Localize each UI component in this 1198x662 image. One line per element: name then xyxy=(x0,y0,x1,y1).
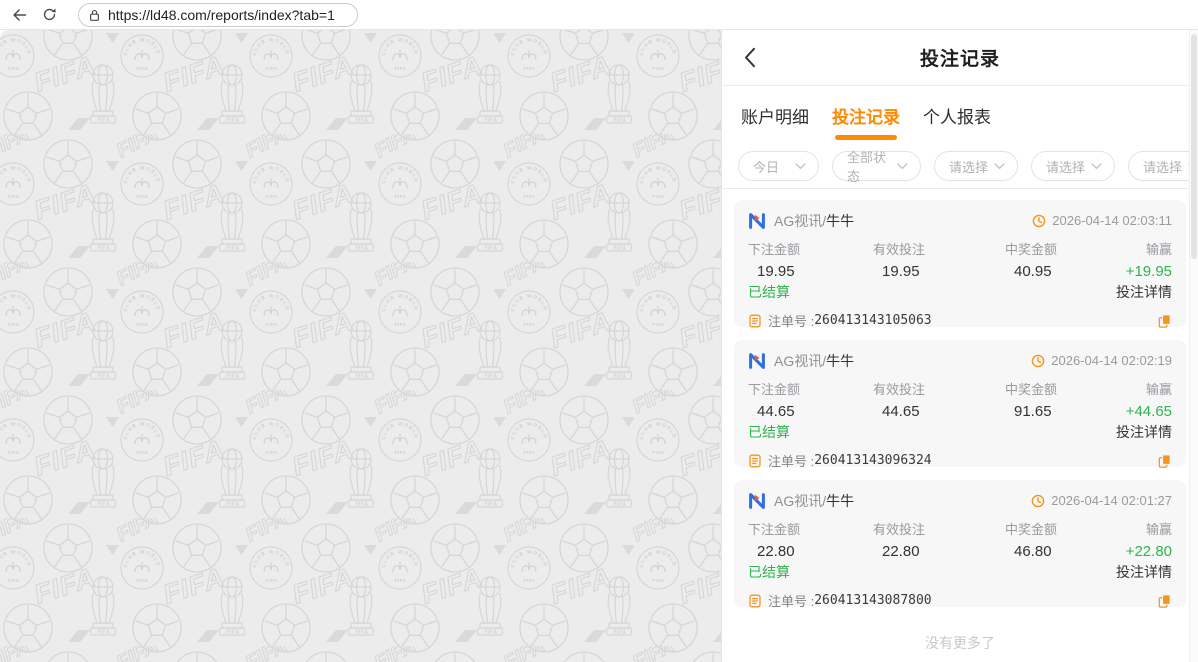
panel-header: 投注记录 xyxy=(722,30,1198,86)
col-label-valid: 有效投注 xyxy=(873,239,1005,258)
copy-order-button[interactable] xyxy=(1157,593,1172,609)
order-note-icon xyxy=(748,314,762,328)
bet-amount: 22.80 xyxy=(748,543,873,560)
copy-icon xyxy=(1157,453,1172,469)
copy-icon xyxy=(1157,313,1172,329)
valid-amount: 19.95 xyxy=(873,263,1005,280)
profit-amount: +19.95 xyxy=(1080,263,1172,280)
col-label-profit: 输赢 xyxy=(1080,239,1172,258)
provider-name: AG视讯 xyxy=(774,491,822,511)
provider-name: AG视讯 xyxy=(774,211,822,231)
clock-icon xyxy=(1031,354,1045,368)
game-name: 牛牛 xyxy=(826,211,854,231)
bet-record-card: AG视讯/牛牛 2026-04-14 02:01:27 下注金额 有效投注 中奖… xyxy=(734,480,1186,607)
browser-back-button[interactable] xyxy=(4,1,34,29)
bet-timestamp: 2026-04-14 02:01:27 xyxy=(1051,493,1172,508)
col-label-win: 中奖金额 xyxy=(1005,239,1080,258)
ag-provider-logo-icon xyxy=(748,212,766,230)
bet-record-card: AG视讯/牛牛 2026-04-14 02:03:11 下注金额 有效投注 中奖… xyxy=(734,200,1186,327)
col-label-valid: 有效投注 xyxy=(873,519,1005,538)
fifa-watermark-pattern: CLUB WORLD CUP 23 FIFA FIFA FIFA FIFA xyxy=(0,30,721,662)
chevron-down-icon xyxy=(897,163,908,170)
copy-icon xyxy=(1157,593,1172,609)
no-more-data-text: 没有更多了 xyxy=(722,633,1198,653)
order-number: 260413143105063 xyxy=(814,313,931,328)
order-note-icon xyxy=(748,454,762,468)
record-list: AG视讯/牛牛 2026-04-14 02:03:11 下注金额 有效投注 中奖… xyxy=(722,189,1198,607)
bet-record-card: AG视讯/牛牛 2026-04-14 02:02:19 下注金额 有效投注 中奖… xyxy=(734,340,1186,467)
ag-provider-logo-icon xyxy=(748,492,766,510)
col-label-profit: 输赢 xyxy=(1080,379,1172,398)
tab-bar: 账户明细 投注记录 个人报表 xyxy=(722,86,1198,144)
browser-reload-button[interactable] xyxy=(34,1,64,29)
scrollbar-track[interactable] xyxy=(1189,30,1198,662)
status-badge: 已结算 xyxy=(748,562,790,582)
status-badge: 已结算 xyxy=(748,282,790,302)
back-button[interactable] xyxy=(744,47,756,68)
chevron-down-icon xyxy=(1091,163,1102,170)
chevron-left-icon xyxy=(744,47,756,68)
copy-order-button[interactable] xyxy=(1157,453,1172,469)
clock-icon xyxy=(1031,494,1045,508)
col-label-bet: 下注金额 xyxy=(748,379,873,398)
page-title: 投注记录 xyxy=(920,44,1000,71)
tab-personal-report[interactable]: 个人报表 xyxy=(921,86,993,144)
chevron-down-icon xyxy=(795,163,806,170)
lock-icon xyxy=(88,8,101,23)
col-label-bet: 下注金额 xyxy=(748,239,873,258)
chevron-down-icon xyxy=(994,163,1005,170)
provider-name: AG视讯 xyxy=(774,351,822,371)
status-badge: 已结算 xyxy=(748,422,790,442)
bet-detail-link[interactable]: 投注详情 xyxy=(1116,282,1172,302)
col-label-valid: 有效投注 xyxy=(873,379,1005,398)
bet-amount: 44.65 xyxy=(748,403,873,420)
bet-amount: 19.95 xyxy=(748,263,873,280)
order-number-label: 注单号 : xyxy=(768,591,814,610)
browser-toolbar: https://ld48.com/reports/index?tab=1 xyxy=(0,0,1198,30)
copy-order-button[interactable] xyxy=(1157,313,1172,329)
order-number: 260413143087800 xyxy=(814,593,931,608)
order-number-label: 注单号 : xyxy=(768,451,814,470)
order-number-label: 注单号 : xyxy=(768,311,814,330)
game-name: 牛牛 xyxy=(826,351,854,371)
bet-timestamp: 2026-04-14 02:02:19 xyxy=(1051,353,1172,368)
win-amount: 40.95 xyxy=(1005,263,1080,280)
order-note-icon xyxy=(748,594,762,608)
address-bar[interactable]: https://ld48.com/reports/index?tab=1 xyxy=(78,3,358,27)
tab-account-detail[interactable]: 账户明细 xyxy=(739,86,811,144)
bet-timestamp: 2026-04-14 02:03:11 xyxy=(1052,213,1172,228)
filter-status-dropdown[interactable]: 全部状态 xyxy=(832,151,921,181)
win-amount: 46.80 xyxy=(1005,543,1080,560)
filter-select-dropdown-3[interactable]: 请选择 xyxy=(1128,151,1198,181)
col-label-profit: 输赢 xyxy=(1080,519,1172,538)
bet-detail-link[interactable]: 投注详情 xyxy=(1116,422,1172,442)
clock-icon xyxy=(1032,214,1046,228)
win-amount: 91.65 xyxy=(1005,403,1080,420)
col-label-win: 中奖金额 xyxy=(1005,379,1080,398)
valid-amount: 22.80 xyxy=(873,543,1005,560)
back-arrow-icon xyxy=(11,7,28,23)
col-label-win: 中奖金额 xyxy=(1005,519,1080,538)
filter-bar: 今日 全部状态 请选择 请选择 请选择 xyxy=(722,144,1198,189)
filter-date-dropdown[interactable]: 今日 xyxy=(738,151,819,181)
bet-detail-link[interactable]: 投注详情 xyxy=(1116,562,1172,582)
filter-select-dropdown-2[interactable]: 请选择 xyxy=(1031,151,1115,181)
ag-provider-logo-icon xyxy=(748,352,766,370)
profit-amount: +44.65 xyxy=(1080,403,1172,420)
tab-betting-records[interactable]: 投注记录 xyxy=(830,86,902,144)
betting-records-panel: 投注记录 账户明细 投注记录 个人报表 今日 全部状态 请选择 请选择 请选择 xyxy=(721,30,1198,662)
fifa-watermark-background: CLUB WORLD CUP 23 FIFA FIFA FIFA FIFA xyxy=(0,30,721,662)
order-number: 260413143096324 xyxy=(814,453,931,468)
profit-amount: +22.80 xyxy=(1080,543,1172,560)
filter-select-dropdown-1[interactable]: 请选择 xyxy=(934,151,1018,181)
valid-amount: 44.65 xyxy=(873,403,1005,420)
col-label-bet: 下注金额 xyxy=(748,519,873,538)
scrollbar-thumb[interactable] xyxy=(1191,34,1197,259)
game-name: 牛牛 xyxy=(826,491,854,511)
url-text: https://ld48.com/reports/index?tab=1 xyxy=(108,7,335,23)
reload-icon xyxy=(42,7,57,22)
